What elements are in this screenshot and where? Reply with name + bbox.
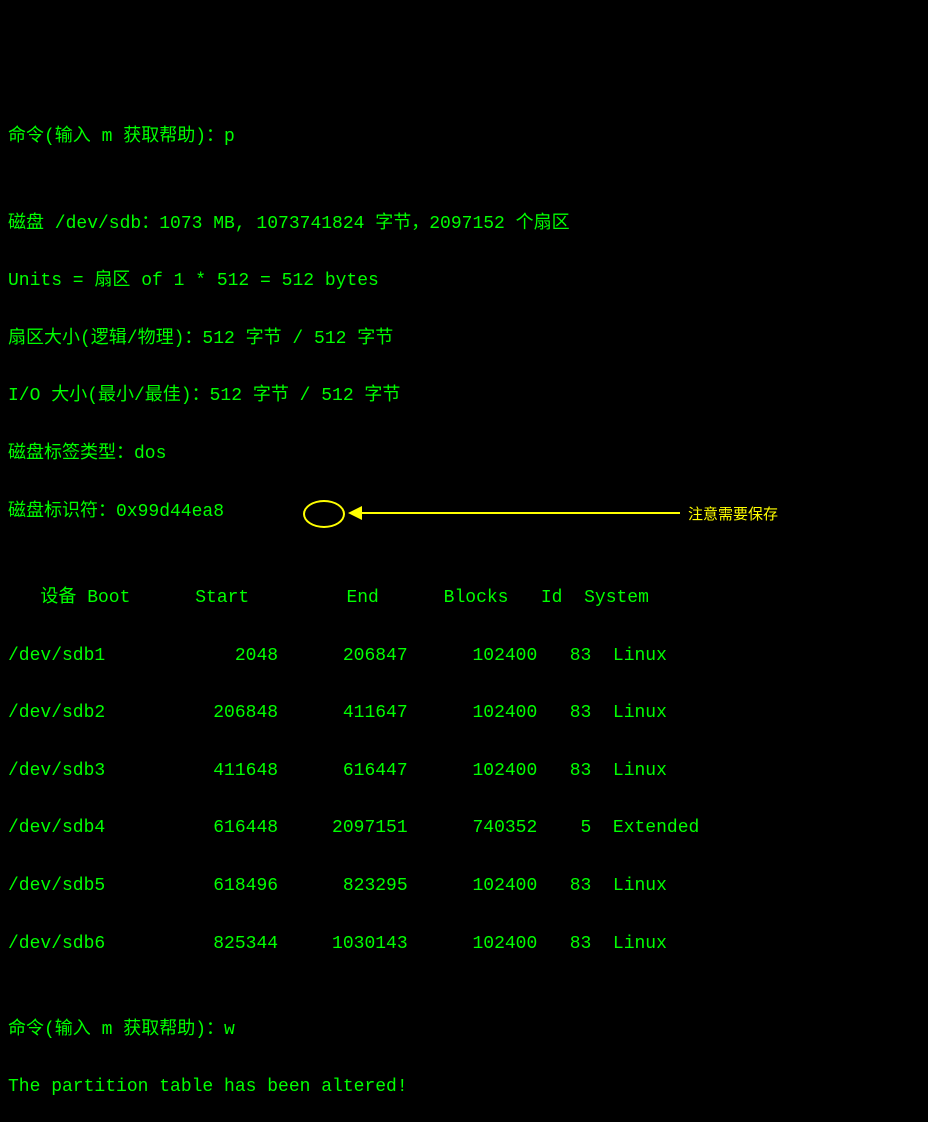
partition-row: /dev/sdb4 616448 2097151 740352 5 Extend… — [8, 814, 920, 843]
disk-info-units: Units = 扇区 of 1 * 512 = 512 bytes — [8, 267, 920, 296]
disk-info-io-size: I/O 大小(最小/最佳)：512 字节 / 512 字节 — [8, 382, 920, 411]
partition-row: /dev/sdb1 2048 206847 102400 83 Linux — [8, 642, 920, 671]
partition-row: /dev/sdb6 825344 1030143 102400 83 Linux — [8, 930, 920, 959]
disk-info-sector-size: 扇区大小(逻辑/物理)：512 字节 / 512 字节 — [8, 325, 920, 354]
fdisk-prompt-p: 命令(输入 m 获取帮助)：p — [8, 123, 920, 152]
partition-row: /dev/sdb3 411648 616447 102400 83 Linux — [8, 757, 920, 786]
disk-info-size: 磁盘 /dev/sdb：1073 MB, 1073741824 字节，20971… — [8, 210, 920, 239]
annotation-text: 注意需要保存 — [688, 503, 778, 527]
partition-row: /dev/sdb2 206848 411647 102400 83 Linux — [8, 699, 920, 728]
disk-info-label-type: 磁盘标签类型：dos — [8, 440, 920, 469]
partition-row: /dev/sdb5 618496 823295 102400 83 Linux — [8, 872, 920, 901]
disk-info-identifier: 磁盘标识符：0x99d44ea8 — [8, 498, 920, 527]
fdisk-result: The partition table has been altered! — [8, 1073, 920, 1102]
partition-table-header: 设备 Boot Start End Blocks Id System — [8, 584, 920, 613]
fdisk-prompt-w[interactable]: 命令(输入 m 获取帮助)：w — [8, 1016, 920, 1045]
